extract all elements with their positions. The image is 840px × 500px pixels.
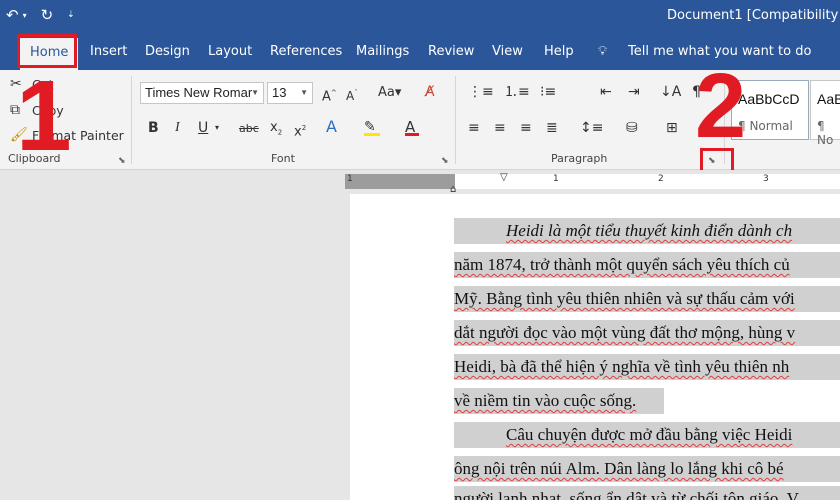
underline-icon[interactable]: U: [198, 120, 208, 136]
group-divider: [131, 76, 132, 164]
font-group-label: Font: [271, 152, 295, 165]
font-name-select[interactable]: Times New Romar ▼: [140, 82, 264, 104]
ruler-mark: 3: [763, 174, 769, 184]
font-name-value: Times New Romar: [145, 85, 253, 100]
font-launcher-icon[interactable]: ⬊: [441, 156, 449, 166]
multilevel-list-icon[interactable]: ⁝≡: [540, 84, 556, 100]
document-page[interactable]: Heidi là một tiểu thuyết kinh điển dành …: [350, 194, 840, 500]
bullets-icon[interactable]: ⋮≡: [468, 84, 494, 100]
highlighter-icon[interactable]: ✎: [364, 119, 380, 136]
increase-indent-icon[interactable]: ⇥: [628, 84, 640, 100]
font-size-value: 13: [272, 85, 287, 100]
align-right-icon[interactable]: ≡: [520, 120, 532, 136]
group-divider: [455, 76, 456, 164]
text-line: Heidi là một tiểu thuyết kinh điển dành …: [454, 218, 840, 244]
style-name: ¶ Normal: [738, 119, 793, 133]
chevron-down-icon[interactable]: ▾: [215, 120, 219, 136]
align-left-icon[interactable]: ≡: [468, 120, 480, 136]
bold-icon[interactable]: B: [148, 120, 159, 136]
numbering-icon[interactable]: ⒈≡: [504, 84, 530, 100]
tab-layout[interactable]: Layout: [208, 34, 252, 70]
align-center-icon[interactable]: ≡: [494, 120, 506, 136]
decrease-indent-icon[interactable]: ⇤: [600, 84, 612, 100]
redo-icon[interactable]: ↻: [41, 6, 54, 24]
ruler-area: 1 1 2 3 ▽ ⌂: [0, 170, 840, 195]
chevron-down-icon: ▼: [251, 88, 259, 97]
undo-icon[interactable]: ↶: [6, 6, 19, 24]
paragraph-group-label: Paragraph: [551, 152, 608, 165]
tab-view[interactable]: View: [492, 34, 523, 70]
font-size-select[interactable]: 13 ▼: [267, 82, 313, 104]
borders-icon[interactable]: ⊞: [666, 120, 678, 136]
ruler-mark: 2: [658, 174, 664, 184]
annotation-number-one: 1: [16, 60, 72, 172]
text-line: người lạnh nhạt, sống ẩn dật và từ chối …: [454, 486, 840, 500]
superscript-icon[interactable]: x2: [294, 120, 306, 140]
clipboard-launcher-icon[interactable]: ⬊: [118, 156, 126, 166]
font-color-icon[interactable]: A: [405, 119, 419, 136]
indent-marker-icon[interactable]: ▽: [500, 170, 508, 186]
line-spacing-icon[interactable]: ↕≡: [580, 120, 603, 136]
shrink-font-icon[interactable]: Aˇ: [346, 85, 358, 104]
text-line: Mỹ. Bằng tình yêu thiên nhiên và sự thấu…: [454, 286, 840, 312]
text-line: năm 1874, trở thành một quyển sách yêu t…: [454, 252, 840, 278]
ruler-margin: [345, 174, 455, 189]
chevron-down-icon: ▼: [300, 88, 308, 97]
lightbulb-icon: 💡︎: [598, 44, 608, 59]
text-line: Câu chuyện được mở đầu bằng việc Heidi: [454, 422, 840, 448]
shading-icon[interactable]: ⛁: [626, 120, 638, 136]
strikethrough-icon[interactable]: abc: [239, 121, 259, 137]
tab-design[interactable]: Design: [145, 34, 190, 70]
subscript-icon[interactable]: x2: [270, 120, 282, 141]
text-line: ông nội trên núi Alm. Dân làng lo lắng k…: [454, 456, 840, 482]
justify-icon[interactable]: ≣: [546, 120, 558, 136]
text-line: về niềm tin vào cuộc sống.: [454, 388, 664, 414]
document-title: Document1 [Compatibility Mode: [667, 8, 840, 23]
ruler-mark: 1: [553, 174, 559, 184]
text-effects-icon[interactable]: A: [326, 119, 337, 135]
horizontal-ruler: 1 1 2 3 ▽: [345, 172, 840, 189]
text-line: Heidi, bà đã thể hiện ý nghĩa về tình yê…: [454, 354, 840, 380]
style-name: ¶ No: [817, 119, 834, 147]
tab-insert[interactable]: Insert: [90, 34, 127, 70]
quick-access-toolbar: ↶ ▾ ↻ ⇣: [6, 6, 75, 24]
style-no-spacing[interactable]: AaBl ¶ No: [810, 80, 840, 147]
tab-review[interactable]: Review: [428, 34, 474, 70]
title-bar: ↶ ▾ ↻ ⇣ Document1 [Compatibility Mode: [0, 0, 840, 34]
ruler-mark: 1: [347, 174, 353, 184]
change-case-icon[interactable]: Aa▾: [378, 85, 401, 101]
italic-icon[interactable]: I: [175, 120, 180, 136]
tab-help[interactable]: Help: [544, 34, 574, 70]
annotation-number-two: 2: [695, 55, 747, 157]
customize-qat-icon[interactable]: ⇣: [67, 10, 75, 20]
style-sample: AaBbCcD: [738, 91, 800, 107]
tab-mailings[interactable]: Mailings: [356, 34, 409, 70]
grow-font-icon[interactable]: A^: [322, 85, 337, 105]
tab-references[interactable]: References: [270, 34, 342, 70]
text-line: dắt người đọc vào một vùng đất thơ mộng,…: [454, 320, 840, 346]
chevron-down-icon[interactable]: ▾: [23, 11, 27, 20]
sort-icon[interactable]: ↓A: [660, 84, 681, 100]
style-sample: AaBl: [817, 91, 840, 107]
clear-formatting-icon[interactable]: A̸: [425, 84, 435, 100]
